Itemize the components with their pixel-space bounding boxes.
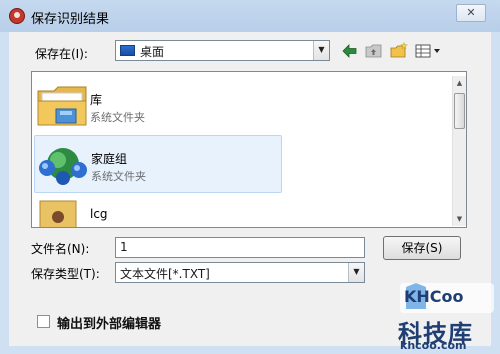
item-name: 库 — [90, 93, 103, 107]
item-type: 系统文件夹 — [90, 225, 145, 227]
filetype-value: 文本文件[*.TXT] — [120, 267, 210, 281]
save-button[interactable]: 保存(S) — [383, 236, 461, 260]
close-button[interactable]: ✕ — [456, 4, 486, 22]
item-name: lcg — [90, 207, 108, 221]
app-icon — [9, 8, 25, 24]
view-menu-icon[interactable] — [414, 42, 444, 60]
filetype-dropdown[interactable]: 文本文件[*.TXT] ▼ — [115, 262, 365, 283]
scroll-down-icon[interactable]: ▼ — [453, 212, 466, 226]
title-bar: 保存识别结果 ✕ — [0, 0, 500, 32]
save-in-label: 保存在(I): — [35, 47, 88, 61]
back-arrow-icon[interactable] — [340, 42, 360, 60]
filetype-label: 保存类型(T): — [31, 267, 100, 281]
save-in-dropdown[interactable]: 桌面 ▼ — [115, 40, 330, 61]
filename-value: 1 — [120, 240, 128, 254]
new-folder-icon[interactable] — [389, 41, 409, 60]
scroll-thumb[interactable] — [454, 93, 465, 129]
scroll-up-icon[interactable]: ▲ — [453, 76, 466, 90]
library-folder-icon — [36, 83, 88, 132]
list-item[interactable]: 家庭组 系统文件夹 — [34, 135, 282, 193]
filename-input[interactable]: 1 — [115, 237, 365, 258]
homegroup-icon — [37, 142, 89, 191]
save-in-value: 桌面 — [140, 45, 165, 59]
item-name: 家庭组 — [91, 152, 128, 166]
desktop-icon — [120, 45, 135, 56]
watermark-logo-text: KHCoo — [404, 287, 464, 306]
up-folder-icon[interactable] — [364, 42, 384, 60]
list-item[interactable]: 库 系统文件夹 — [34, 77, 282, 135]
user-folder-icon — [36, 199, 88, 227]
export-checkbox[interactable] — [37, 315, 50, 328]
chevron-down-icon[interactable]: ▼ — [348, 263, 364, 282]
list-item[interactable]: lcg 系统文件夹 — [34, 193, 282, 227]
item-type: 系统文件夹 — [91, 170, 146, 183]
window-title: 保存识别结果 — [31, 12, 110, 27]
watermark-url: khcoo.com — [400, 339, 467, 352]
file-list[interactable]: 库 系统文件夹 家庭组 系统文件夹 lcg 系统文件夹 — [31, 71, 467, 228]
filename-label: 文件名(N): — [31, 242, 90, 256]
chevron-down-icon[interactable]: ▼ — [313, 41, 329, 60]
vertical-scrollbar[interactable]: ▲ ▼ — [452, 76, 466, 226]
export-label: 输出到外部编辑器 — [57, 317, 162, 332]
item-type: 系统文件夹 — [90, 111, 145, 124]
